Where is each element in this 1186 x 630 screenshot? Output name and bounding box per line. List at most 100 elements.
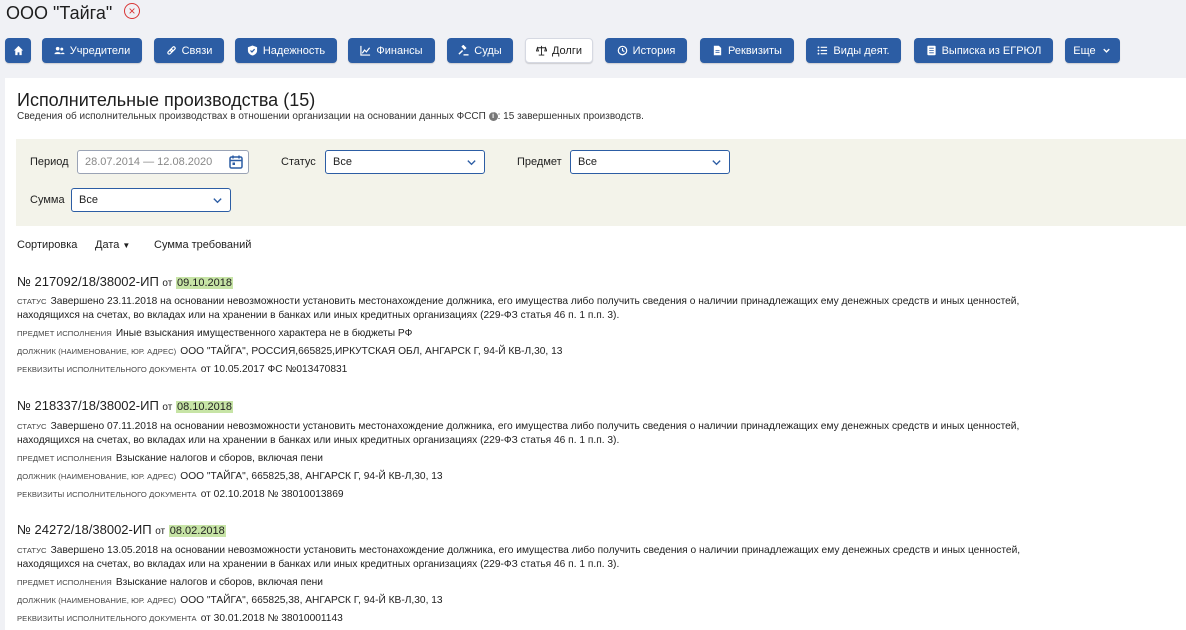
record-status-cont: находящихся на счетах, во вкладах или на… <box>17 559 620 570</box>
subject-field-label: ПРЕДМЕТ ИСПОЛНЕНИЯ <box>17 329 112 338</box>
record-debtor: ДОЛЖНИК (НАИМЕНОВАНИЕ, ЮР. АДРЕС) ООО "ТА… <box>17 345 562 358</box>
sum-select[interactable]: Все <box>71 188 231 212</box>
list-icon <box>817 46 828 55</box>
record-date: 09.10.2018 <box>175 277 234 289</box>
close-icon[interactable]: × <box>124 3 140 19</box>
nav-founders-label: Учредители <box>69 44 131 57</box>
record-number-text: № 218337/18/38002-ИП <box>17 398 159 413</box>
nav-courts[interactable]: Суды <box>447 38 513 63</box>
record-date: 08.02.2018 <box>168 525 226 537</box>
people-icon <box>54 46 65 55</box>
record-status-cont: находящихся на счетах, во вкладах или на… <box>17 435 620 446</box>
nav-requisites[interactable]: Реквизиты <box>700 38 794 63</box>
record-status-cont: находящихся на счетах, во вкладах или на… <box>17 310 620 321</box>
record-number[interactable]: № 218337/18/38002-ИП от 08.10.2018 <box>17 398 234 413</box>
debtor-text: ООО "ТАЙГА", РОССИЯ,665825,ИРКУТСКАЯ ОБЛ… <box>180 346 563 357</box>
subtitle-text: Сведения об исполнительных производствах… <box>17 111 486 122</box>
extract-icon <box>926 45 936 56</box>
subject-field-label: ПРЕДМЕТ ИСПОЛНЕНИЯ <box>17 578 112 587</box>
sort-by-sum[interactable]: Сумма требований <box>154 239 251 251</box>
nav-reliability[interactable]: Надежность <box>235 38 337 63</box>
record-status: СТАТУС Завершено 13.05.2018 на основании … <box>17 544 1020 557</box>
subject-select-value: Все <box>578 156 597 168</box>
subject-text: Иные взыскания имущественного характера … <box>115 328 413 339</box>
nav-requisites-label: Реквизиты <box>728 44 782 57</box>
nav-egrul-label: Выписка из ЕГРЮЛ <box>941 44 1042 57</box>
requisites-text: от 02.10.2018 № 38010013869 <box>200 489 344 500</box>
nav-more[interactable]: Еще <box>1065 38 1120 63</box>
record-requisites: РЕКВИЗИТЫ ИСПОЛНИТЕЛЬНОГО ДОКУМЕНТА от 10… <box>17 363 347 376</box>
requisites-field-label: РЕКВИЗИТЫ ИСПОЛНИТЕЛЬНОГО ДОКУМЕНТА <box>17 614 197 623</box>
info-icon[interactable]: i <box>488 111 498 121</box>
sum-select-value: Все <box>79 194 98 206</box>
record-debtor: ДОЛЖНИК (НАИМЕНОВАНИЕ, ЮР. АДРЕС) ООО "ТА… <box>17 594 443 607</box>
nav-debts[interactable]: Долги <box>525 38 593 63</box>
status-text: Завершено 23.11.2018 на основании невозм… <box>50 296 1020 307</box>
nav-founders[interactable]: Учредители <box>42 38 142 63</box>
status-select-value: Все <box>333 156 352 168</box>
nav-egrul-extract[interactable]: Выписка из ЕГРЮЛ <box>914 38 1053 63</box>
record-number-text: № 217092/18/38002-ИП <box>17 274 159 289</box>
filters-panel: Период 28.07.2014 — 12.08.2020 Статус Вс… <box>16 139 1186 226</box>
link-icon <box>166 46 176 55</box>
requisites-field-label: РЕКВИЗИТЫ ИСПОЛНИТЕЛЬНОГО ДОКУМЕНТА <box>17 490 197 499</box>
record-subject: ПРЕДМЕТ ИСПОЛНЕНИЯ Иные взыскания имущест… <box>17 327 412 340</box>
content-card: Исполнительные производства (15) Сведени… <box>5 78 1186 630</box>
nav-courts-label: Суды <box>474 44 502 57</box>
status-field-label: СТАТУС <box>17 297 47 306</box>
debtor-text: ООО "ТАЙГА", 665825,38, АНГАРСК Г, 94-Й … <box>180 471 443 482</box>
period-label: Период <box>30 156 69 168</box>
top-bar: ООО "Тайга" × Учредители Связи Надежност… <box>0 0 1186 78</box>
subject-text: Взыскание налогов и сборов, включая пени <box>115 577 324 588</box>
record-ot: от <box>155 526 166 537</box>
record-subject: ПРЕДМЕТ ИСПОЛНЕНИЯ Взыскание налогов и сб… <box>17 452 323 465</box>
scales-icon <box>535 45 547 56</box>
debtor-text: ООО "ТАЙГА", 665825,38, АНГАРСК Г, 94-Й … <box>180 595 443 606</box>
document-icon <box>713 45 722 56</box>
chart-icon <box>360 45 371 56</box>
status-field-label: СТАТУС <box>17 546 47 555</box>
shield-icon <box>247 45 257 56</box>
record-ot: от <box>162 278 173 289</box>
chevron-down-icon <box>1102 48 1110 53</box>
nav-bar: Учредители Связи Надежность Финансы Суды… <box>0 38 1186 64</box>
record-debtor: ДОЛЖНИК (НАИМЕНОВАНИЕ, ЮР. АДРЕС) ООО "ТА… <box>17 470 443 483</box>
sort-by-date[interactable]: Дата ▼ <box>95 239 130 251</box>
record-number[interactable]: № 24272/18/38002-ИП от 08.02.2018 <box>17 522 226 537</box>
chevron-down-icon <box>467 160 476 166</box>
nav-reliability-label: Надежность <box>262 44 326 57</box>
nav-debts-label: Долги <box>551 44 583 57</box>
nav-history-label: История <box>632 44 676 57</box>
requisites-text: от 10.05.2017 ФС №013470831 <box>200 364 348 375</box>
subject-select[interactable]: Все <box>570 150 730 174</box>
gavel-icon <box>458 45 469 56</box>
status-label: Статус <box>281 156 316 168</box>
status-select[interactable]: Все <box>325 150 485 174</box>
status-text: Завершено 07.11.2018 на основании невозм… <box>50 421 1020 432</box>
nav-activities[interactable]: Виды деят. <box>806 38 901 63</box>
page-title: Исполнительные производства (15) <box>17 90 316 110</box>
subject-field-label: ПРЕДМЕТ ИСПОЛНЕНИЯ <box>17 454 112 463</box>
chevron-down-icon <box>213 198 222 204</box>
page-subtitle: Сведения об исполнительных производствах… <box>17 111 644 122</box>
record-requisites: РЕКВИЗИТЫ ИСПОЛНИТЕЛЬНОГО ДОКУМЕНТА от 30… <box>17 612 343 625</box>
nav-finance-label: Финансы <box>376 44 423 57</box>
nav-finance[interactable]: Финансы <box>348 38 435 63</box>
nav-more-label: Еще <box>1073 44 1096 57</box>
nav-links[interactable]: Связи <box>154 38 224 63</box>
period-input[interactable]: 28.07.2014 — 12.08.2020 <box>77 150 249 174</box>
record-subject: ПРЕДМЕТ ИСПОЛНЕНИЯ Взыскание налогов и сб… <box>17 576 323 589</box>
record-ot: от <box>162 402 173 413</box>
record-date: 08.10.2018 <box>175 401 234 413</box>
record-number[interactable]: № 217092/18/38002-ИП от 09.10.2018 <box>17 274 234 289</box>
nav-history[interactable]: История <box>605 38 687 63</box>
nav-links-label: Связи <box>181 44 213 57</box>
calendar-icon[interactable] <box>229 155 243 169</box>
record-requisites: РЕКВИЗИТЫ ИСПОЛНИТЕЛЬНОГО ДОКУМЕНТА от 02… <box>17 488 344 501</box>
status-text: Завершено 13.05.2018 на основании невозм… <box>50 545 1021 556</box>
record-status: СТАТУС Завершено 23.11.2018 на основании … <box>17 295 1019 308</box>
sum-label: Сумма <box>30 194 65 206</box>
home-icon <box>13 45 23 56</box>
subject-text: Взыскание налогов и сборов, включая пени <box>115 453 324 464</box>
home-button[interactable] <box>5 38 31 63</box>
